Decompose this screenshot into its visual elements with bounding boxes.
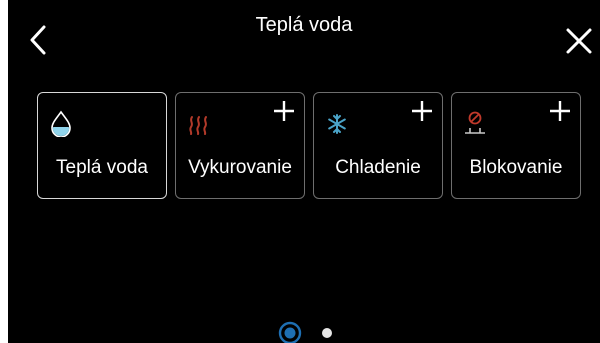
page-indicator (276, 320, 346, 343)
page-dot[interactable] (322, 328, 332, 338)
add-icon[interactable] (410, 99, 434, 123)
snowflake-icon (328, 114, 346, 134)
tile-label: Chladenie (335, 157, 421, 178)
tile-hot-water[interactable]: Teplá voda (37, 92, 167, 199)
tile-blocking[interactable]: Blokovanie (451, 92, 581, 199)
blocking-icon (465, 111, 485, 134)
tile-label: Teplá voda (56, 157, 148, 178)
screen: Teplá voda Teplá voda Vykurovanie Chlade… (8, 0, 600, 343)
tile-heating[interactable]: Vykurovanie (175, 92, 305, 199)
page-dot-active-inner (284, 327, 296, 339)
add-icon[interactable] (548, 99, 572, 123)
add-icon[interactable] (272, 99, 296, 123)
page-title: Teplá voda (255, 14, 353, 36)
water-drop-icon (51, 110, 71, 137)
tile-label: Vykurovanie (188, 157, 292, 178)
tile-cooling[interactable]: Chladenie (313, 92, 443, 199)
heating-icon (189, 116, 207, 135)
tile-label: Blokovanie (469, 157, 563, 178)
close-icon (566, 28, 592, 54)
close-button[interactable] (564, 26, 594, 56)
